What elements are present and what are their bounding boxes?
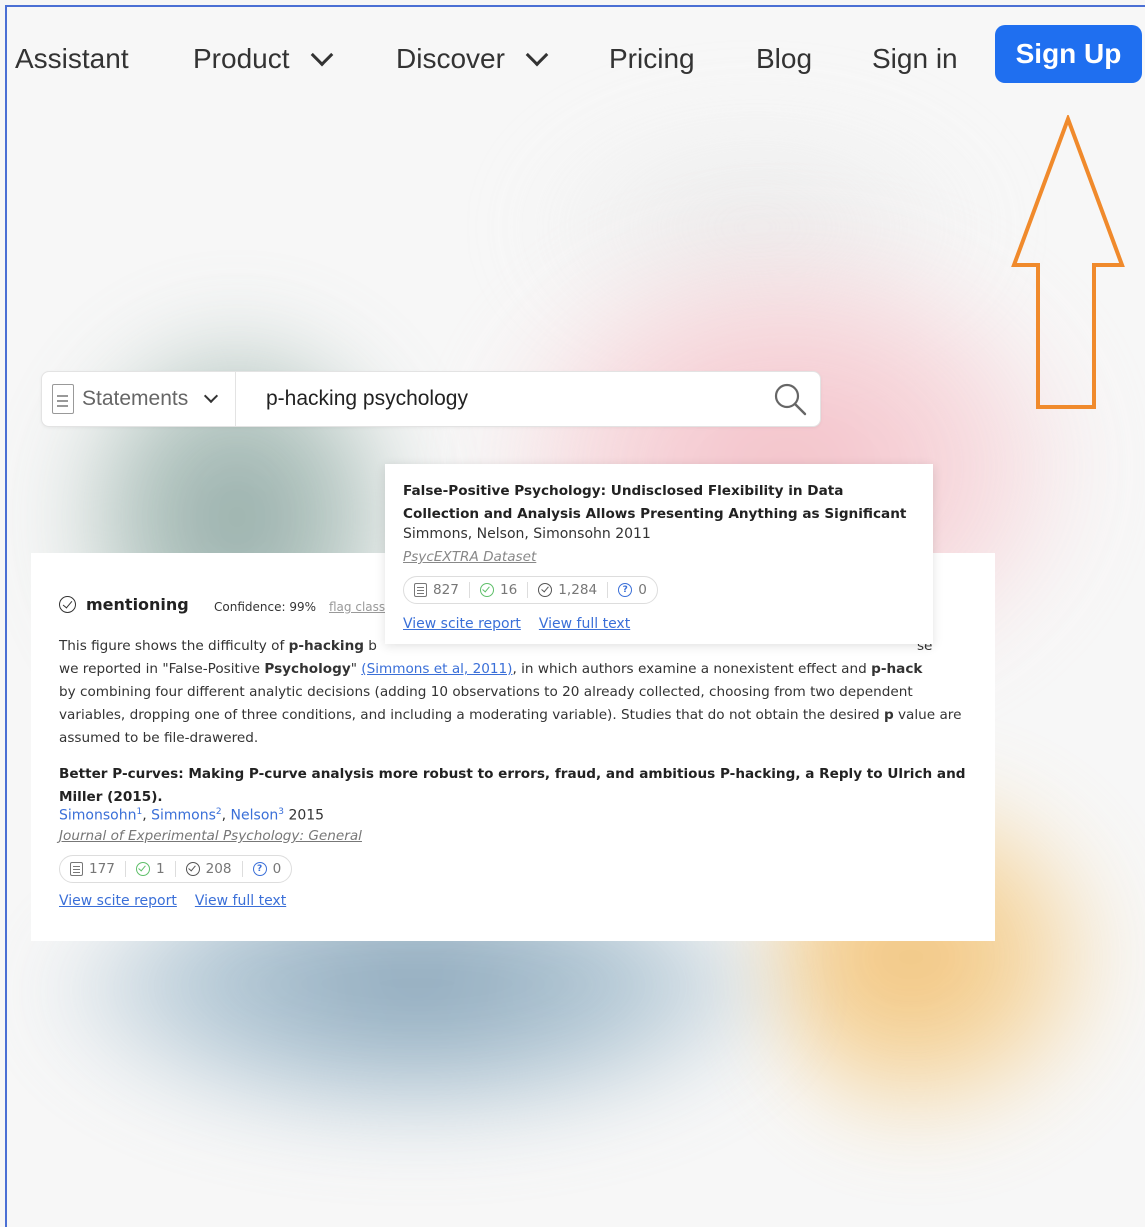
supporting-count: 1: [155, 861, 165, 877]
nav-label: Product: [193, 43, 290, 74]
nav-label: Blog: [756, 43, 813, 74]
excerpt-text: b: [363, 638, 377, 654]
supporting-icon: [479, 583, 494, 597]
contrasting-count: 0: [638, 582, 647, 598]
nav-label: Assistant: [15, 43, 129, 74]
supporting-icon: [135, 862, 150, 876]
supporting-count: 16: [499, 582, 518, 598]
nav-item-product[interactable]: Product: [193, 43, 333, 75]
chevron-down-icon: [310, 43, 333, 67]
divider: [241, 861, 243, 877]
nav-item-assistant[interactable]: Assistant: [15, 43, 129, 75]
publications-count: 177: [89, 861, 115, 877]
popup-paper-title[interactable]: False-Positive Psychology: Undisclosed F…: [403, 480, 913, 526]
divider: [174, 861, 176, 877]
inline-citation-link[interactable]: (Simmons et al, 2011): [361, 661, 512, 677]
nav-item-blog[interactable]: Blog: [756, 43, 812, 75]
top-navigation: Assistant Product Discover Pricing Blog …: [7, 7, 1145, 107]
flag-classification-link[interactable]: flag classification: [329, 600, 387, 614]
popup-journal[interactable]: PsycEXTRA Dataset: [403, 549, 536, 565]
popup-citation-stats: 827 16 1,284 ? 0: [403, 576, 658, 604]
search-input[interactable]: [236, 387, 760, 411]
citation-popup: False-Positive Psychology: Undisclosed F…: [385, 464, 933, 644]
author-index: 3: [278, 807, 284, 817]
search-icon[interactable]: [760, 372, 820, 426]
chevron-down-icon: [204, 388, 219, 404]
mentioning-count: 1,284: [558, 582, 598, 598]
classification-label: mentioning: [59, 595, 189, 614]
author-link[interactable]: Nelson: [231, 808, 279, 824]
citation-stats: 177 1 208 ? 0: [59, 855, 293, 883]
mentioning-icon: [185, 862, 200, 876]
author-index: 2: [215, 807, 222, 817]
paper-title[interactable]: Better P-curves: Making P-curve analysis…: [59, 763, 979, 809]
author-index: 1: [136, 807, 143, 817]
mentioning-count: 208: [205, 861, 232, 877]
excerpt-highlight: p: [883, 707, 894, 723]
search-type-dropdown[interactable]: Statements: [42, 372, 236, 426]
paper-year: 2015: [288, 807, 325, 824]
view-scite-report-link[interactable]: View scite report: [403, 616, 521, 632]
author-link[interactable]: Simmons: [151, 808, 216, 824]
contrasting-count: 0: [272, 861, 282, 877]
up-arrow-annotation-icon: [1011, 115, 1125, 409]
paper-authors: Simonsohn1, Simmons2, Nelson3 2015: [59, 807, 325, 824]
classification-text: mentioning: [86, 595, 189, 614]
sign-up-button[interactable]: Sign Up: [995, 25, 1142, 83]
divider: [124, 861, 126, 877]
popup-links: View scite report View full text: [403, 616, 630, 632]
publications-count: 827: [433, 582, 459, 598]
excerpt-highlight: Psychology: [264, 661, 351, 677]
divider: [468, 582, 470, 598]
excerpt-text: , in which authors examine a nonexistent…: [512, 661, 872, 677]
excerpt-text: we reported in "False-Positive: [59, 661, 265, 677]
journal-name[interactable]: Journal of Experimental Psychology: Gene…: [59, 828, 362, 844]
nav-label: Sign in: [872, 43, 958, 74]
view-full-text-link[interactable]: View full text: [195, 893, 286, 909]
document-icon: [52, 384, 74, 414]
excerpt-highlight: p-hack: [871, 661, 923, 677]
divider: [527, 582, 529, 598]
excerpt-text: ": [350, 661, 362, 677]
excerpt-text: by combining four different analytic dec…: [59, 684, 913, 723]
nav-label: Discover: [396, 43, 505, 74]
mentioning-icon: [538, 583, 553, 597]
contrasting-icon: ?: [618, 583, 633, 597]
publications-icon: [70, 862, 83, 876]
nav-item-pricing[interactable]: Pricing: [609, 43, 695, 75]
author-link[interactable]: Simonsohn: [59, 808, 136, 824]
chevron-down-icon: [525, 43, 549, 67]
nav-item-discover[interactable]: Discover: [396, 43, 549, 75]
mentioning-icon: [59, 596, 76, 613]
view-scite-report-link[interactable]: View scite report: [59, 893, 177, 909]
excerpt-highlight: p-hacking: [288, 638, 364, 654]
citation-excerpt: This figure shows the difficulty of p-ha…: [59, 635, 979, 750]
card-links: View scite report View full text: [59, 893, 286, 909]
view-full-text-link[interactable]: View full text: [539, 616, 630, 632]
popup-authors: Simmons, Nelson, Simonsohn 2011: [403, 526, 651, 542]
confidence-score: Confidence: 99%: [214, 600, 316, 614]
search-type-label: Statements: [82, 387, 189, 410]
divider: [607, 582, 609, 598]
nav-label: Pricing: [609, 43, 695, 74]
excerpt-text: This figure shows the difficulty of: [59, 638, 289, 654]
publications-icon: [414, 583, 427, 597]
search-bar: Statements: [41, 371, 821, 427]
contrasting-icon: ?: [252, 862, 267, 876]
page-frame: Assistant Product Discover Pricing Blog …: [5, 5, 1145, 1227]
nav-item-sign-in[interactable]: Sign in: [872, 43, 958, 75]
